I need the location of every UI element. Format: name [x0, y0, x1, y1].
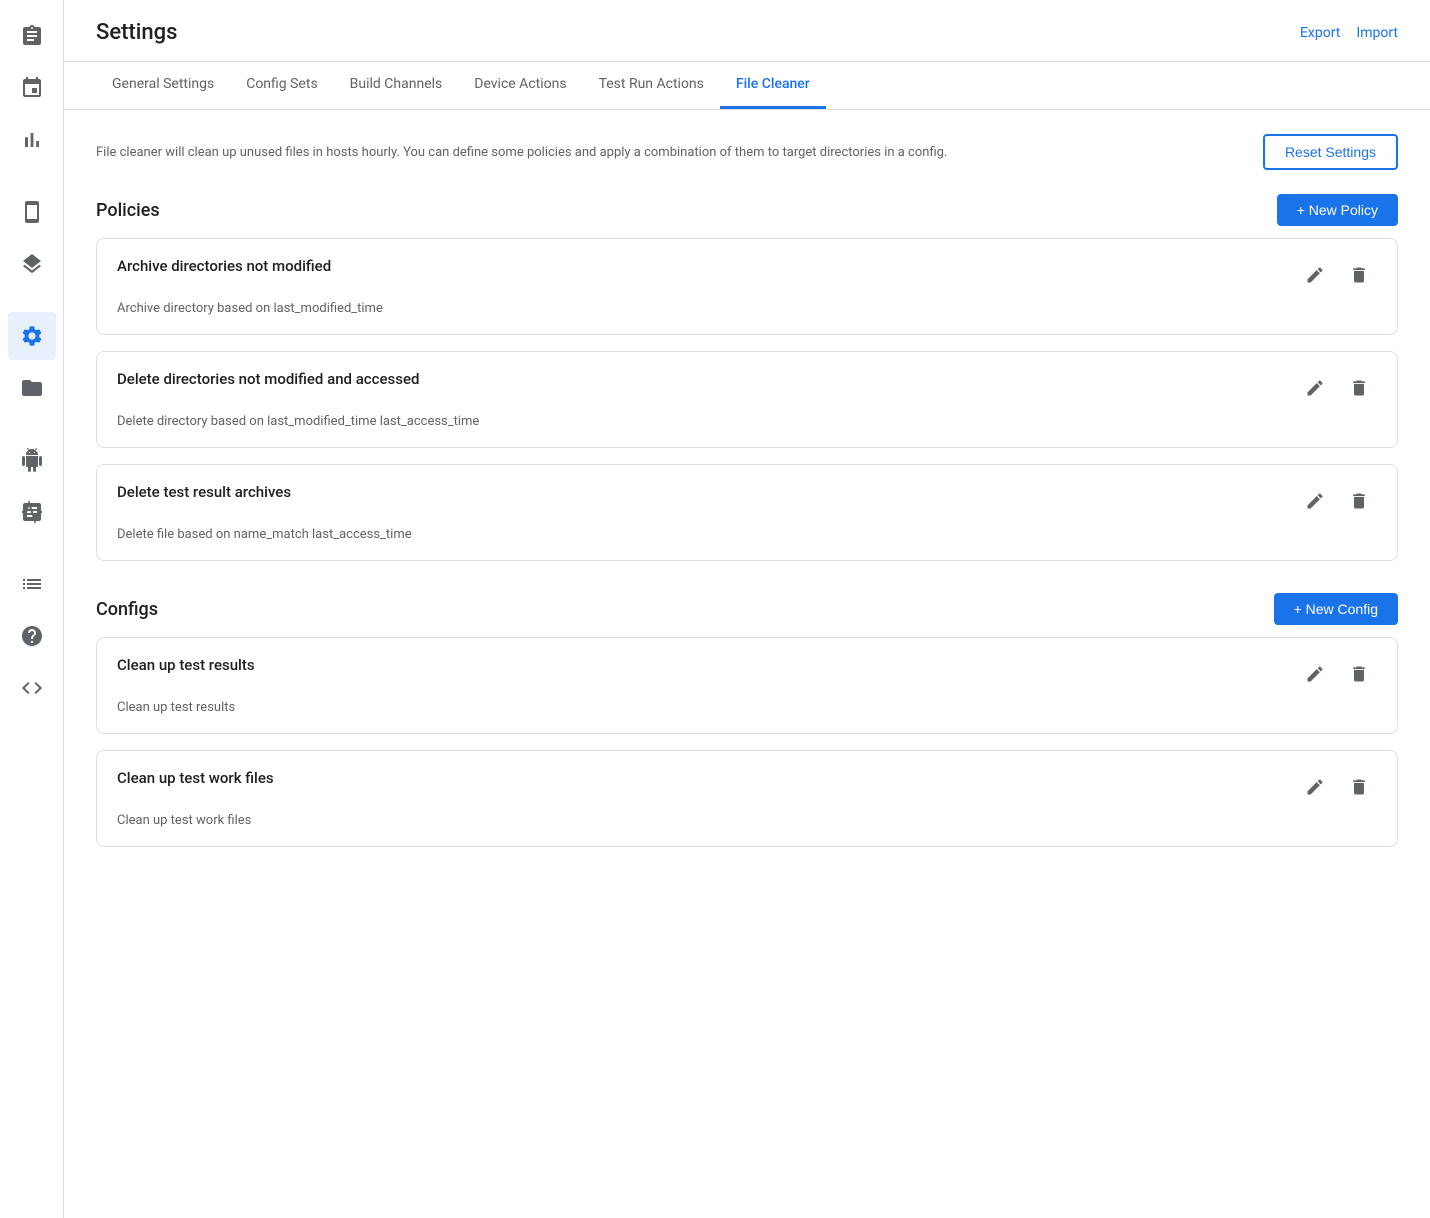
- policies-section-header: Policies + New Policy: [96, 194, 1398, 226]
- config-card-1-actions: [1297, 769, 1377, 805]
- policy-card-0-actions: [1297, 257, 1377, 293]
- page-header: Settings Export Import: [64, 0, 1430, 62]
- policy-card-0: Archive directories not modified Archive…: [96, 238, 1398, 335]
- config-card-1: Clean up test work files Clean up test w…: [96, 750, 1398, 847]
- policy-card-2-delete-button[interactable]: [1341, 483, 1377, 519]
- config-card-0-title: Clean up test results: [117, 656, 255, 674]
- config-card-0: Clean up test results Clean up test resu…: [96, 637, 1398, 734]
- export-link[interactable]: Export: [1300, 25, 1340, 41]
- description-text: File cleaner will clean up unused files …: [96, 145, 1247, 160]
- configs-section: Configs + New Config Clean up test resul…: [96, 593, 1398, 847]
- config-card-1-title: Clean up test work files: [117, 769, 274, 787]
- sidebar-item-android[interactable]: [8, 436, 56, 484]
- tab-config-sets[interactable]: Config Sets: [230, 62, 333, 109]
- policy-card-2-actions: [1297, 483, 1377, 519]
- configs-section-title: Configs: [96, 599, 158, 620]
- sidebar-item-phone[interactable]: [8, 188, 56, 236]
- sidebar: [0, 0, 64, 1218]
- policy-card-0-main: Archive directories not modified: [97, 239, 1397, 293]
- config-card-0-subtitle: Clean up test results: [97, 692, 1397, 733]
- reset-settings-button[interactable]: Reset Settings: [1263, 134, 1398, 170]
- config-card-0-actions: [1297, 656, 1377, 692]
- tab-test-run-actions[interactable]: Test Run Actions: [583, 62, 720, 109]
- policy-card-1-delete-button[interactable]: [1341, 370, 1377, 406]
- sidebar-item-activity[interactable]: [8, 488, 56, 536]
- policy-card-1-edit-button[interactable]: [1297, 370, 1333, 406]
- tab-device-actions[interactable]: Device Actions: [458, 62, 582, 109]
- sidebar-item-code[interactable]: [8, 664, 56, 712]
- new-policy-button[interactable]: + New Policy: [1277, 194, 1398, 226]
- sidebar-item-help[interactable]: [8, 612, 56, 660]
- policy-card-1-subtitle: Delete directory based on last_modified_…: [97, 406, 1397, 447]
- sidebar-item-calendar[interactable]: [8, 64, 56, 112]
- config-card-1-edit-button[interactable]: [1297, 769, 1333, 805]
- content-area: File cleaner will clean up unused files …: [64, 110, 1430, 1218]
- policy-card-2-title: Delete test result archives: [117, 483, 291, 501]
- tabs-bar: General Settings Config Sets Build Chann…: [64, 62, 1430, 110]
- policies-section-title: Policies: [96, 200, 160, 221]
- policy-card-1: Delete directories not modified and acce…: [96, 351, 1398, 448]
- policy-card-1-actions: [1297, 370, 1377, 406]
- new-config-button[interactable]: + New Config: [1274, 593, 1398, 625]
- policies-section: Policies + New Policy Archive directorie…: [96, 194, 1398, 561]
- tab-general-settings[interactable]: General Settings: [96, 62, 230, 109]
- header-actions: Export Import: [1300, 25, 1398, 41]
- config-card-0-delete-button[interactable]: [1341, 656, 1377, 692]
- policy-card-1-main: Delete directories not modified and acce…: [97, 352, 1397, 406]
- sidebar-item-settings[interactable]: [8, 312, 56, 360]
- sidebar-item-folder[interactable]: [8, 364, 56, 412]
- description-bar: File cleaner will clean up unused files …: [96, 134, 1398, 170]
- sidebar-item-chart[interactable]: [8, 116, 56, 164]
- config-card-0-edit-button[interactable]: [1297, 656, 1333, 692]
- policy-card-0-title: Archive directories not modified: [117, 257, 331, 275]
- policy-card-0-delete-button[interactable]: [1341, 257, 1377, 293]
- config-card-1-delete-button[interactable]: [1341, 769, 1377, 805]
- policy-card-2-subtitle: Delete file based on name_match last_acc…: [97, 519, 1397, 560]
- policy-card-0-edit-button[interactable]: [1297, 257, 1333, 293]
- policy-card-2-edit-button[interactable]: [1297, 483, 1333, 519]
- policy-card-2-main: Delete test result archives: [97, 465, 1397, 519]
- tab-build-channels[interactable]: Build Channels: [334, 62, 459, 109]
- page-title: Settings: [96, 20, 177, 45]
- config-card-1-main: Clean up test work files: [97, 751, 1397, 805]
- sidebar-item-list[interactable]: [8, 560, 56, 608]
- policy-card-2: Delete test result archives Delete file …: [96, 464, 1398, 561]
- configs-section-header: Configs + New Config: [96, 593, 1398, 625]
- config-card-0-main: Clean up test results: [97, 638, 1397, 692]
- sidebar-item-layers[interactable]: [8, 240, 56, 288]
- config-card-1-subtitle: Clean up test work files: [97, 805, 1397, 846]
- main-content: Settings Export Import General Settings …: [64, 0, 1430, 1218]
- policy-card-0-subtitle: Archive directory based on last_modified…: [97, 293, 1397, 334]
- tab-file-cleaner[interactable]: File Cleaner: [720, 62, 826, 109]
- sidebar-item-clipboard[interactable]: [8, 12, 56, 60]
- policy-card-1-title: Delete directories not modified and acce…: [117, 370, 419, 388]
- import-link[interactable]: Import: [1356, 25, 1398, 41]
